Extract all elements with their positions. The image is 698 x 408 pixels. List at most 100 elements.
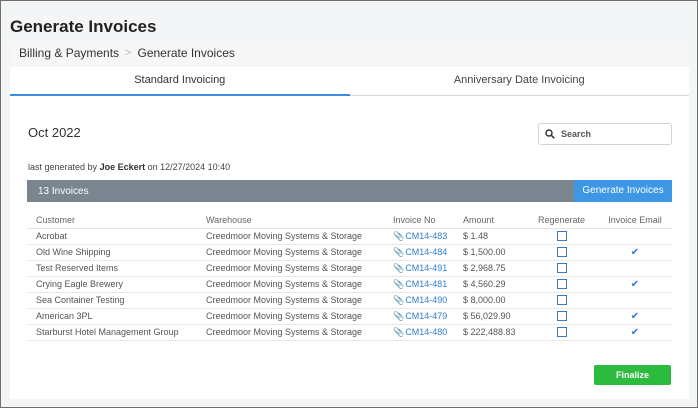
table-row: Acrobat Creedmoor Moving Systems & Storag… (27, 228, 672, 245)
warehouse-cell: Creedmoor Moving Systems & Storage (206, 292, 393, 309)
breadcrumb: Billing & Payments > Generate Invoices (10, 42, 688, 64)
warehouse-cell: Creedmoor Moving Systems & Storage (206, 244, 393, 261)
main-panel: Standard Invoicing Anniversary Date Invo… (10, 67, 689, 399)
tab-bar: Standard Invoicing Anniversary Date Invo… (10, 67, 689, 96)
regenerate-checkbox[interactable] (556, 231, 567, 242)
paperclip-icon: 📎 (393, 294, 405, 305)
invoice-no-cell: 📎CM14-483 (393, 228, 463, 245)
invoice-number: CM14-483 (405, 230, 448, 241)
last-generated-prefix: last generated by (28, 162, 98, 172)
paperclip-icon: 📎 (393, 230, 405, 241)
invoice-number: CM14-481 (405, 278, 448, 289)
invoice-email-cell: ✔ (598, 324, 672, 341)
invoice-email-cell: ✔ (598, 276, 672, 293)
regenerate-checkbox[interactable] (556, 327, 567, 338)
regenerate-checkbox[interactable] (556, 295, 567, 306)
billing-period: Oct 2022 (28, 125, 81, 140)
invoice-no-cell: 📎CM14-481 (393, 276, 463, 293)
invoice-number: CM14-480 (405, 326, 448, 337)
invoice-email-cell (598, 228, 672, 245)
app-frame: Generate Invoices Billing & Payments > G… (0, 0, 698, 408)
customer-cell: Crying Eagle Brewery (27, 276, 206, 293)
invoice-table: Customer Warehouse Invoice No Amount Reg… (27, 213, 672, 341)
checkmark-icon: ✔ (630, 326, 640, 338)
column-header-amount[interactable]: Amount (463, 213, 525, 229)
warehouse-cell: Creedmoor Moving Systems & Storage (206, 308, 393, 325)
regenerate-cell (525, 292, 598, 309)
customer-cell: Starburst Hotel Management Group (27, 324, 206, 341)
invoice-email-cell: ✔ (598, 244, 672, 261)
invoice-email-cell: ✔ (598, 308, 672, 325)
column-header-warehouse[interactable]: Warehouse (206, 213, 393, 229)
paperclip-icon: 📎 (393, 326, 405, 337)
breadcrumb-item-billing[interactable]: Billing & Payments (19, 46, 119, 60)
search-icon (545, 129, 555, 139)
page-title: Generate Invoices (10, 17, 157, 36)
paperclip-icon: 📎 (393, 262, 405, 273)
search-box[interactable] (538, 123, 672, 145)
regenerate-cell (525, 228, 598, 245)
amount-cell: $ 1.48 (463, 228, 525, 245)
regenerate-cell (525, 276, 598, 293)
invoice-number: CM14-479 (405, 310, 448, 321)
paperclip-icon: 📎 (393, 246, 405, 257)
table-row: Old Wine Shipping Creedmoor Moving System… (27, 244, 672, 261)
regenerate-checkbox[interactable] (556, 279, 567, 290)
customer-cell: Sea Container Testing (27, 292, 206, 309)
customer-cell: Test Reserved Items (27, 260, 206, 277)
tab-standard-invoicing[interactable]: Standard Invoicing (10, 67, 350, 96)
table-header-row: Customer Warehouse Invoice No Amount Reg… (27, 213, 672, 229)
checkmark-icon: ✔ (630, 246, 640, 258)
amount-cell: $ 2,968.75 (463, 260, 525, 277)
regenerate-checkbox[interactable] (556, 263, 567, 274)
table-row: American 3PL Creedmoor Moving Systems & S… (27, 308, 672, 325)
invoice-count: 13 Invoices (38, 185, 89, 197)
invoice-number: CM14-484 (405, 246, 448, 257)
regenerate-cell (525, 260, 598, 277)
invoice-no-cell: 📎CM14-479 (393, 308, 463, 325)
checkmark-icon: ✔ (630, 278, 640, 290)
last-generated-date: on 12/27/2024 10:40 (147, 162, 231, 172)
last-generated-info: last generated by Joe Eckert on 12/27/20… (28, 162, 230, 172)
invoice-no-cell: 📎CM14-491 (393, 260, 463, 277)
invoice-link[interactable]: 📎CM14-481 (393, 279, 447, 289)
warehouse-cell: Creedmoor Moving Systems & Storage (206, 324, 393, 341)
finalize-button[interactable]: Finalize (594, 365, 671, 385)
amount-cell: $ 222,488.83 (463, 324, 525, 341)
invoice-link[interactable]: 📎CM14-479 (393, 311, 447, 321)
invoice-email-cell (598, 260, 672, 277)
warehouse-cell: Creedmoor Moving Systems & Storage (206, 260, 393, 277)
invoice-no-cell: 📎CM14-484 (393, 244, 463, 261)
tab-anniversary-invoicing[interactable]: Anniversary Date Invoicing (349, 67, 689, 96)
warehouse-cell: Creedmoor Moving Systems & Storage (206, 228, 393, 245)
table-row: Test Reserved Items Creedmoor Moving Syst… (27, 260, 672, 277)
last-generated-user: Joe Eckert (99, 162, 146, 172)
regenerate-checkbox[interactable] (556, 311, 567, 322)
paperclip-icon: 📎 (393, 278, 405, 289)
column-header-customer[interactable]: Customer (27, 213, 206, 229)
paperclip-icon: 📎 (393, 310, 405, 321)
table-row: Sea Container Testing Creedmoor Moving Sy… (27, 292, 672, 309)
invoice-link[interactable]: 📎CM14-491 (393, 263, 447, 273)
invoice-no-cell: 📎CM14-480 (393, 324, 463, 341)
breadcrumb-item-current: Generate Invoices (137, 46, 235, 60)
regenerate-checkbox[interactable] (556, 247, 567, 258)
amount-cell: $ 4,560.29 (463, 276, 525, 293)
column-header-regenerate: Regenerate (525, 213, 598, 229)
invoice-number: CM14-490 (405, 294, 448, 305)
column-header-invoice-email: Invoice Email (598, 213, 672, 229)
generate-invoices-button[interactable]: Generate Invoices (574, 180, 672, 202)
search-input[interactable] (561, 129, 671, 139)
regenerate-cell (525, 324, 598, 341)
column-header-invoice-no[interactable]: Invoice No (393, 213, 463, 229)
table-row: Crying Eagle Brewery Creedmoor Moving Sys… (27, 276, 672, 293)
invoice-link[interactable]: 📎CM14-480 (393, 327, 447, 337)
invoice-email-cell (598, 292, 672, 309)
invoice-link[interactable]: 📎CM14-484 (393, 247, 447, 257)
invoice-link[interactable]: 📎CM14-483 (393, 231, 447, 241)
invoice-link[interactable]: 📎CM14-490 (393, 295, 447, 305)
customer-cell: Old Wine Shipping (27, 244, 206, 261)
invoice-summary-bar: 13 Invoices Generate Invoices (27, 180, 672, 202)
customer-cell: Acrobat (27, 228, 206, 245)
regenerate-cell (525, 244, 598, 261)
